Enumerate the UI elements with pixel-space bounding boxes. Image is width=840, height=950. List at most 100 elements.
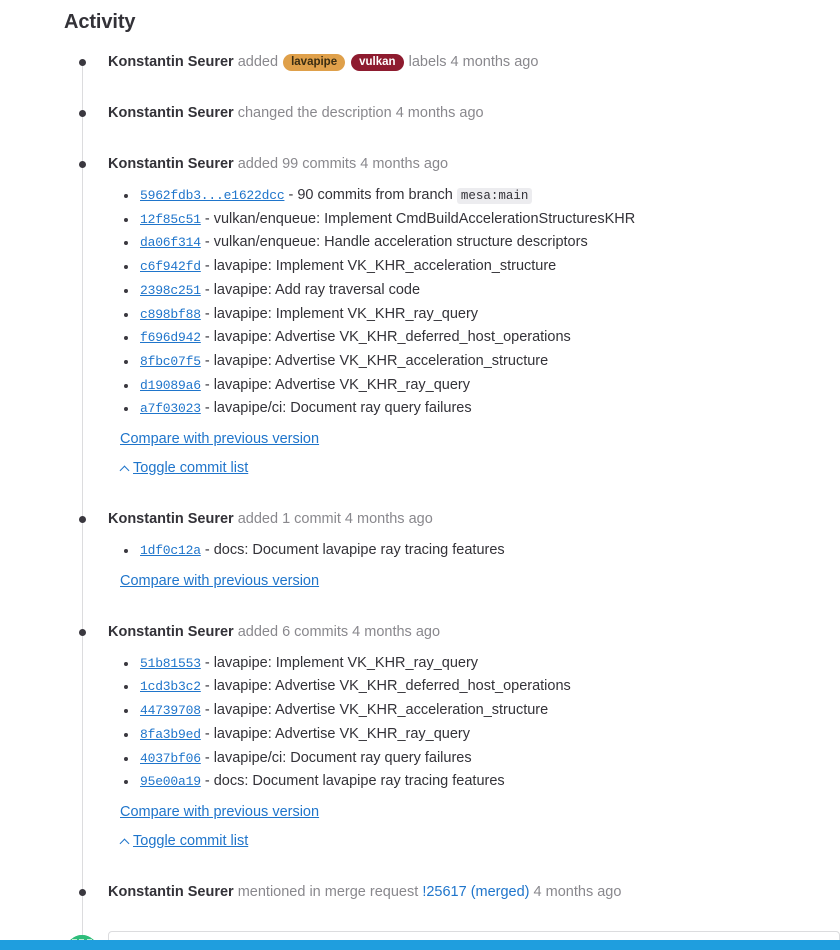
commit-message: lavapipe: Implement VK_KHR_acceleration_…: [213, 258, 557, 275]
commit-sha-link[interactable]: 1cd3b3c2: [140, 679, 201, 694]
commit-sha-link[interactable]: 8fa3b9ed: [140, 727, 201, 742]
commit-message: lavapipe: Advertise VK_KHR_deferred_host…: [213, 329, 571, 346]
commit-message: lavapipe: Advertise VK_KHR_ray_query: [213, 376, 471, 393]
event-author[interactable]: Konstantin Seurer: [108, 884, 234, 900]
event-action: added 1 commit 4 months ago: [237, 511, 433, 528]
commit-list: 5962fdb3...e1622dcc - 90 commits from br…: [108, 184, 840, 421]
timeline-event-added-6-commits: Konstantin Seurer added 6 commits 4 mont…: [64, 622, 840, 849]
commit-message: lavapipe: Implement VK_KHR_ray_query: [213, 305, 479, 322]
commit-sha-link[interactable]: 5962fdb3...e1622dcc: [140, 188, 285, 203]
event-header: Konstantin Seurer added 1 commit 4 month…: [108, 509, 840, 531]
commit-list-item: 4037bf06 - lavapipe/ci: Document ray que…: [120, 747, 840, 771]
commit-sha-link[interactable]: 51b81553: [140, 656, 201, 671]
event-author[interactable]: Konstantin Seurer: [108, 105, 234, 121]
commit-list-item: 12f85c51 - vulkan/enqueue: Implement Cmd…: [120, 208, 840, 232]
event-author[interactable]: Konstantin Seurer: [108, 511, 234, 527]
commit-sha-link[interactable]: 1df0c12a: [140, 543, 201, 558]
toggle-commit-list-button[interactable]: Toggle commit list: [120, 833, 840, 849]
commit-sha-link[interactable]: da06f314: [140, 235, 201, 250]
commit-list: 1df0c12a - docs: Document lavapipe ray t…: [108, 539, 840, 563]
commit-sha-link[interactable]: 2398c251: [140, 283, 201, 298]
event-header: Konstantin Seurer mentioned in merge req…: [108, 882, 840, 904]
label-badge-lavapipe[interactable]: lavapipe: [283, 53, 346, 71]
event-author[interactable]: Konstantin Seurer: [108, 156, 234, 172]
commit-list-item: a7f03023 - lavapipe/ci: Document ray que…: [120, 397, 840, 421]
compare-with-previous-version-link[interactable]: Compare with previous version: [120, 573, 840, 589]
commit-dash: -: [200, 725, 214, 742]
commit-list-item: 1df0c12a - docs: Document lavapipe ray t…: [120, 539, 840, 563]
commit-dash: -: [200, 210, 214, 227]
toggle-commit-list-label: Toggle commit list: [133, 832, 249, 849]
commit-dash: -: [200, 352, 214, 369]
commit-message: vulkan/enqueue: Handle acceleration stru…: [213, 234, 588, 251]
event-action-before: mentioned in merge request: [237, 883, 419, 900]
chevron-up-icon: [120, 463, 130, 473]
timeline-dot: [79, 161, 86, 168]
commit-list-item: d19089a6 - lavapipe: Advertise VK_KHR_ra…: [120, 374, 840, 398]
event-author[interactable]: Konstantin Seurer: [108, 624, 234, 640]
commit-dash: -: [200, 702, 214, 719]
commit-list-item: 95e00a19 - docs: Document lavapipe ray t…: [120, 770, 840, 794]
commit-sha-link[interactable]: 12f85c51: [140, 212, 201, 227]
event-header: Konstantin Seurer added 99 commits 4 mon…: [108, 154, 840, 176]
commit-list-item: 5962fdb3...e1622dcc - 90 commits from br…: [120, 184, 840, 208]
commit-dash: -: [200, 234, 214, 251]
commit-list-item: c898bf88 - lavapipe: Implement VK_KHR_ra…: [120, 303, 840, 327]
compare-with-previous-version-link[interactable]: Compare with previous version: [120, 804, 840, 820]
commit-sha-link[interactable]: 8fbc07f5: [140, 354, 201, 369]
commit-list-item: 44739708 - lavapipe: Advertise VK_KHR_ac…: [120, 699, 840, 723]
commit-dash: -: [200, 305, 214, 322]
commit-message: 90 commits from branch: [297, 187, 453, 203]
event-header: Konstantin Seurer added lavapipe vulkan …: [108, 52, 840, 74]
commit-message: docs: Document lavapipe ray tracing feat…: [213, 773, 505, 790]
commit-list-item: f696d942 - lavapipe: Advertise VK_KHR_de…: [120, 326, 840, 350]
commit-sha-link[interactable]: d19089a6: [140, 378, 201, 393]
event-action: changed the description 4 months ago: [237, 105, 484, 121]
commit-message: docs: Document lavapipe ray tracing feat…: [213, 542, 505, 559]
event-header: Konstantin Seurer changed the descriptio…: [108, 103, 840, 125]
timeline-event-labels-added: Konstantin Seurer added lavapipe vulkan …: [64, 52, 840, 74]
commit-dash: -: [200, 678, 214, 695]
chevron-up-icon: [120, 836, 130, 846]
commit-dash: -: [200, 258, 214, 275]
commit-list: 51b81553 - lavapipe: Implement VK_KHR_ra…: [108, 652, 840, 794]
commit-message: lavapipe: Advertise VK_KHR_deferred_host…: [213, 678, 571, 695]
toggle-commit-list-label: Toggle commit list: [133, 460, 249, 477]
branch-code-badge: mesa:main: [456, 188, 533, 204]
commit-list-item: 1cd3b3c2 - lavapipe: Advertise VK_KHR_de…: [120, 675, 840, 699]
event-action-after: labels 4 months ago: [408, 54, 539, 70]
commit-message: lavapipe: Advertise VK_KHR_acceleration_…: [213, 702, 549, 719]
commit-sha-link[interactable]: 95e00a19: [140, 774, 201, 789]
commit-sha-link[interactable]: a7f03023: [140, 401, 201, 416]
commit-sha-link[interactable]: c898bf88: [140, 307, 201, 322]
commit-dash: -: [200, 542, 214, 559]
commit-list-item: c6f942fd - lavapipe: Implement VK_KHR_ac…: [120, 255, 840, 279]
commit-message: lavapipe/ci: Document ray query failures: [213, 400, 472, 417]
merge-request-link[interactable]: !25617 (merged): [422, 884, 529, 900]
activity-timeline: Konstantin Seurer added lavapipe vulkan …: [64, 52, 840, 950]
label-badge-vulkan[interactable]: vulkan: [351, 53, 404, 71]
timeline-event-added-1-commit: Konstantin Seurer added 1 commit 4 month…: [64, 509, 840, 589]
event-action: added 99 commits 4 months ago: [237, 156, 449, 172]
commit-sha-link[interactable]: c6f942fd: [140, 259, 201, 274]
commit-sha-link[interactable]: f696d942: [140, 330, 201, 345]
compare-with-previous-version-link[interactable]: Compare with previous version: [120, 431, 840, 447]
commit-dash: -: [200, 329, 214, 346]
commit-sha-link[interactable]: 4037bf06: [140, 751, 201, 766]
commit-dash: -: [200, 773, 214, 790]
commit-dash: -: [200, 281, 214, 298]
event-action-before: added: [237, 54, 279, 70]
commit-list-item: 2398c251 - lavapipe: Add ray traversal c…: [120, 279, 840, 303]
commit-dash: -: [284, 187, 298, 203]
commit-list-item: 8fbc07f5 - lavapipe: Advertise VK_KHR_ac…: [120, 350, 840, 374]
commit-message: vulkan/enqueue: Implement CmdBuildAccele…: [213, 210, 636, 227]
commit-message: lavapipe: Advertise VK_KHR_acceleration_…: [213, 352, 549, 369]
page-title: Activity: [64, 11, 136, 33]
toggle-commit-list-button[interactable]: Toggle commit list: [120, 460, 840, 476]
event-author[interactable]: Konstantin Seurer: [108, 54, 234, 70]
timeline-event-added-99-commits: Konstantin Seurer added 99 commits 4 mon…: [64, 154, 840, 476]
commit-message: lavapipe: Add ray traversal code: [213, 281, 421, 298]
event-header: Konstantin Seurer added 6 commits 4 mont…: [108, 622, 840, 644]
commit-message: lavapipe: Advertise VK_KHR_ray_query: [213, 725, 471, 742]
commit-sha-link[interactable]: 44739708: [140, 703, 201, 718]
